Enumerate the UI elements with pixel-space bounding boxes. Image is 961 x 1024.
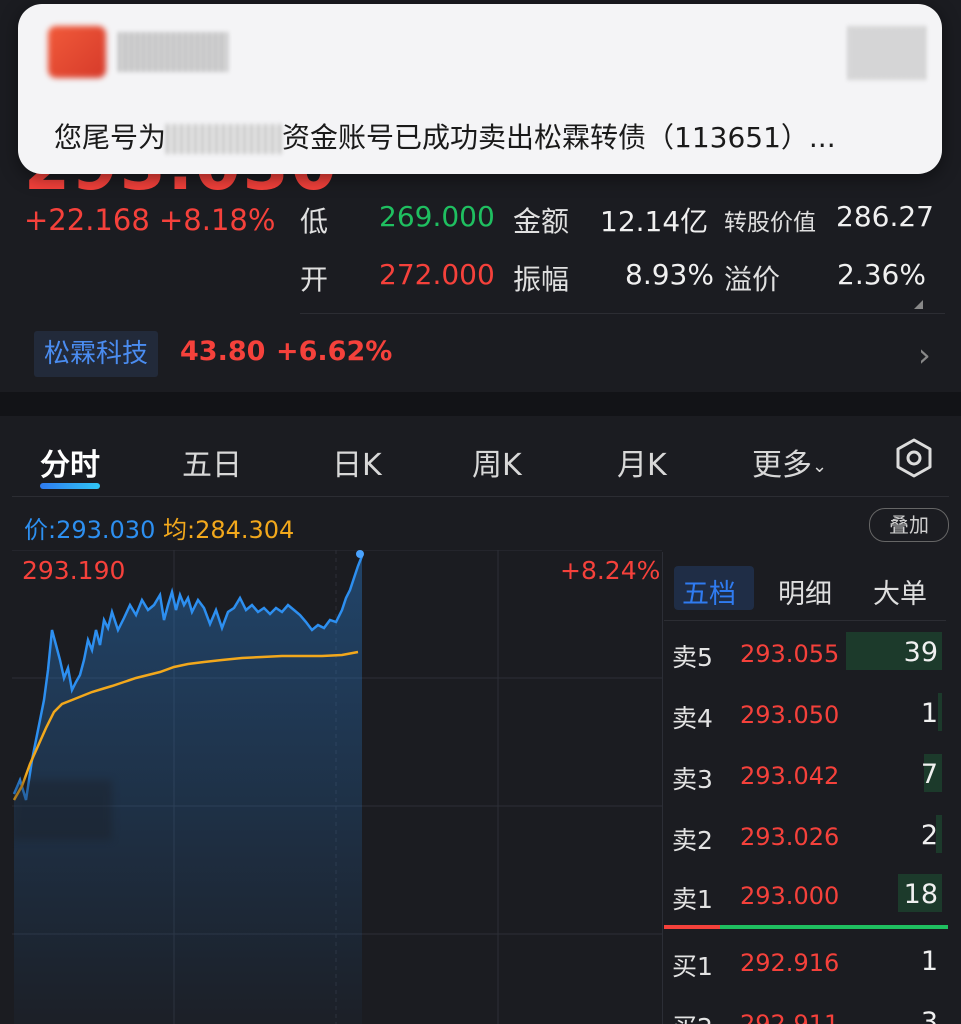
bid-price: 292.911 <box>740 1010 840 1024</box>
chevron-down-icon: ⌄ <box>812 456 828 477</box>
orderbook-tabs: 五档 明细 大单 <box>664 558 961 618</box>
avg-label: 均: <box>162 516 196 544</box>
change-abs: +22.168 <box>24 203 150 237</box>
active-tab-indicator <box>40 483 100 489</box>
conv-value: 286.27 <box>836 200 934 233</box>
ask-volume: 39 <box>903 637 938 668</box>
bid-row-2[interactable]: 买2 292.911 3 <box>664 994 946 1024</box>
ask-label: 卖5 <box>672 643 713 672</box>
bid-label: 买1 <box>672 952 713 981</box>
underlying-change: +6.62% <box>276 336 393 367</box>
amplitude-value: 8.93% <box>625 258 714 291</box>
tab-more[interactable]: 更多⌄ <box>752 440 827 484</box>
redacted-volume-left <box>12 780 112 840</box>
ask-label: 卖1 <box>672 885 713 914</box>
ask-row-1[interactable]: 卖1 293.000 18 <box>664 866 946 922</box>
ask-price: 293.050 <box>740 701 840 729</box>
ask-volume: 7 <box>920 759 938 790</box>
ask-label: 卖2 <box>672 826 713 855</box>
ask-row-2[interactable]: 卖2 293.026 2 <box>664 807 946 863</box>
chevron-right-icon[interactable]: › <box>918 336 931 374</box>
bid-label: 买2 <box>672 1008 713 1024</box>
redacted-timestamp <box>848 26 928 80</box>
orderbook-tab-dadan[interactable]: 大单 <box>873 572 927 611</box>
tab-fenshi[interactable]: 分时 <box>40 440 100 484</box>
amplitude-label: 振幅 <box>513 263 570 296</box>
chart-max-pct: +8.24% <box>560 556 661 585</box>
ask-volume: 1 <box>920 698 938 729</box>
bid-ask-ratio-green <box>720 925 948 929</box>
redacted-account-number <box>166 124 283 154</box>
section-separator <box>0 392 961 416</box>
amount-label: 金额 <box>513 205 570 238</box>
notification-text-before: 您尾号为 <box>54 121 167 154</box>
current-price: 293.030 <box>56 516 156 544</box>
notification-message: 您尾号为 资金账号已成功卖出松霖转债（113651）... <box>54 116 836 156</box>
price-avg-readout: 价:293.030 均:284.304 <box>24 510 294 545</box>
ask-row-5[interactable]: 卖5 293.055 39 <box>664 624 946 680</box>
tab-yuek[interactable]: 月K <box>617 440 667 484</box>
low-value: 269.000 <box>379 200 495 233</box>
bid-ask-ratio-red <box>664 925 720 929</box>
open-label: 开 <box>300 263 329 296</box>
settings-icon[interactable] <box>893 437 935 479</box>
ask-price: 293.042 <box>740 762 840 790</box>
conv-value-label: 转股价值 <box>724 210 816 236</box>
premium-value: 2.36% <box>837 258 926 291</box>
ask-price: 293.000 <box>740 882 840 910</box>
premium-label: 溢价 <box>724 263 781 296</box>
ask-volume-bar <box>938 693 942 731</box>
redacted-app-name <box>118 32 228 72</box>
tab-rik[interactable]: 日K <box>332 440 382 484</box>
ask-label: 卖4 <box>672 704 713 733</box>
low-label: 低 <box>300 205 329 238</box>
ask-volume: 2 <box>920 820 938 851</box>
ask-price: 293.026 <box>740 823 840 851</box>
bid-row-1[interactable]: 买1 292.916 1 <box>664 933 946 989</box>
notification-text-after: 资金账号已成功卖出松霖转债（113651）... <box>282 121 836 154</box>
ask-row-3[interactable]: 卖3 293.042 7 <box>664 746 946 802</box>
orderbook-divider <box>662 552 663 1024</box>
overlay-button[interactable]: 叠加 <box>869 508 949 542</box>
app-icon <box>48 26 106 78</box>
current-point <box>356 550 364 558</box>
notification-banner[interactable]: 您尾号为 资金账号已成功卖出松霖转债（113651）... <box>18 4 942 174</box>
tabs-divider <box>12 496 949 497</box>
ask-label: 卖3 <box>672 765 713 794</box>
amount-value: 12.14亿 <box>600 205 709 238</box>
intraday-chart[interactable] <box>12 550 662 1024</box>
ask-volume: 18 <box>903 879 938 910</box>
tab-zhouk[interactable]: 周K <box>472 440 522 484</box>
orderbook-tab-mingxi[interactable]: 明细 <box>778 572 832 611</box>
bid-price: 292.916 <box>740 949 840 977</box>
stats-divider <box>300 313 945 314</box>
price-change: +22.168 +8.18% <box>24 203 275 237</box>
underlying-price: 43.80 <box>180 336 266 367</box>
chart-max-price: 293.190 <box>22 556 126 585</box>
bid-volume: 3 <box>920 1007 938 1024</box>
orderbook-tabs-divider <box>664 620 946 621</box>
tab-more-label: 更多 <box>752 448 812 483</box>
expand-corner-icon[interactable] <box>914 300 923 309</box>
underlying-stock-tag[interactable]: 松霖科技 <box>34 331 159 377</box>
avg-price: 284.304 <box>195 516 295 544</box>
orderbook-tab-wudang[interactable]: 五档 <box>682 572 736 611</box>
ask-row-4[interactable]: 卖4 293.050 1 <box>664 685 946 741</box>
change-pct: +8.18% <box>159 203 276 237</box>
open-value: 272.000 <box>379 258 495 291</box>
ask-price: 293.055 <box>740 640 840 668</box>
price-label: 价: <box>24 516 57 544</box>
bid-volume: 1 <box>920 946 938 977</box>
tab-wuri[interactable]: 五日 <box>182 440 242 484</box>
